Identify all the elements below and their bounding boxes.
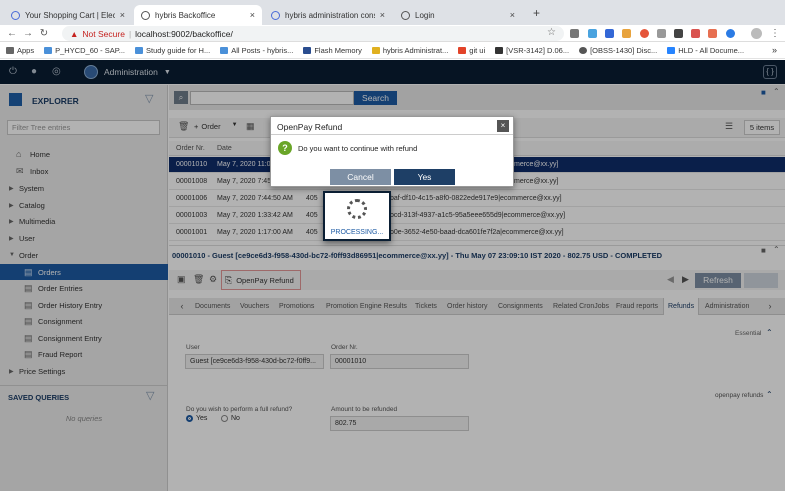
browser-tab-strip: Your Shopping Cart | Electroni × hybris … xyxy=(0,0,785,25)
browser-menu-icon[interactable]: ⋮ xyxy=(770,28,780,39)
bookmark-star-icon[interactable]: ☆ xyxy=(547,27,556,38)
bookmark-icon xyxy=(135,46,144,54)
bookmark-item[interactable]: All Posts - hybris... xyxy=(220,46,293,55)
browser-tab-title: Your Shopping Cart | Electroni xyxy=(25,10,115,20)
dialog-divider xyxy=(271,134,513,135)
new-tab-button[interactable]: + xyxy=(533,6,540,20)
bookmark-icon xyxy=(44,46,53,54)
processing-text: PROCESSING... xyxy=(330,229,384,236)
browser-toolbar: ← → ↻ ▲ Not Secure | localhost:9002/back… xyxy=(0,25,785,42)
dialog-title: OpenPay Refund xyxy=(277,122,343,132)
bookmark-icon xyxy=(371,46,380,54)
extension-icon[interactable] xyxy=(708,29,717,38)
browser-tab-admin-console[interactable]: hybris administration console × xyxy=(264,5,392,25)
bookmark-item[interactable]: hybris Administrat... xyxy=(371,46,448,55)
cancel-button[interactable]: Cancel xyxy=(330,169,391,185)
processing-indicator: PROCESSING... xyxy=(323,191,391,241)
browser-tab-title: hybris administration console xyxy=(285,10,375,20)
bookmark-item[interactable]: [OBSS-1430] Disc... xyxy=(579,46,657,55)
bookmark-item[interactable]: [VSR-3142] D.06... xyxy=(495,46,569,55)
address-bar[interactable]: ▲ Not Secure | localhost:9002/backoffice… xyxy=(62,26,564,41)
refund-confirm-dialog: OpenPay Refund × ? Do you want to contin… xyxy=(270,116,514,187)
security-status: Not Secure xyxy=(82,28,125,39)
question-icon: ? xyxy=(278,141,292,155)
reload-icon[interactable]: ↻ xyxy=(36,28,52,39)
bookmarks-bar: Apps P_HYCD_60 - SAP... Study guide for … xyxy=(0,42,785,59)
bookmark-item[interactable]: git ui xyxy=(458,46,485,55)
bookmark-icon xyxy=(220,46,229,54)
yes-button[interactable]: Yes xyxy=(394,169,455,185)
extension-icon[interactable] xyxy=(622,29,631,38)
close-dialog-button[interactable]: × xyxy=(497,120,509,132)
close-tab-icon[interactable]: × xyxy=(510,10,515,20)
more-bookmarks-button[interactable]: » xyxy=(772,45,777,55)
apps-grid-icon xyxy=(6,46,14,54)
jira-icon xyxy=(495,46,504,54)
browser-tab-login[interactable]: Login × xyxy=(394,5,522,25)
globe-favicon-icon xyxy=(401,10,410,20)
close-tab-icon[interactable]: × xyxy=(120,10,125,20)
browser-tab-shopping-cart[interactable]: Your Shopping Cart | Electroni × xyxy=(4,5,132,25)
browser-tab-backoffice[interactable]: hybris Backoffice × xyxy=(134,5,262,25)
globe-favicon-icon xyxy=(141,10,150,20)
close-tab-icon[interactable]: × xyxy=(250,10,255,20)
spinner-icon xyxy=(347,199,367,219)
extension-icon[interactable] xyxy=(588,29,597,38)
confluence-icon xyxy=(667,46,676,54)
browser-tab-title: Login xyxy=(415,10,435,20)
url-text: localhost:9002/backoffice/ xyxy=(135,28,233,39)
bookmark-icon xyxy=(303,46,312,54)
bookmark-item[interactable]: Flash Memory xyxy=(303,46,362,55)
warning-icon: ▲ xyxy=(70,28,79,39)
bookmark-item[interactable]: Apps xyxy=(6,46,34,55)
dialog-message: Do you want to continue with refund xyxy=(298,144,418,153)
forward-arrow-icon[interactable]: → xyxy=(20,28,36,39)
globe-icon xyxy=(579,46,588,54)
hybris-favicon-icon xyxy=(271,10,280,20)
gitlab-icon xyxy=(458,46,467,54)
extension-icon[interactable] xyxy=(657,29,666,38)
extension-icon[interactable] xyxy=(726,29,735,38)
bookmark-item[interactable]: HLD - All Docume... xyxy=(667,46,744,55)
hybris-favicon-icon xyxy=(11,10,20,20)
bookmark-item[interactable]: Study guide for H... xyxy=(135,46,210,55)
extension-icon[interactable] xyxy=(570,29,579,38)
translate-icon[interactable] xyxy=(605,29,614,38)
extension-icon[interactable] xyxy=(691,29,700,38)
back-arrow-icon[interactable]: ← xyxy=(4,28,20,39)
close-tab-icon[interactable]: × xyxy=(380,10,385,20)
profile-avatar-icon[interactable] xyxy=(751,28,762,39)
extension-icon[interactable] xyxy=(640,29,649,38)
bookmark-item[interactable]: P_HYCD_60 - SAP... xyxy=(44,46,125,55)
extension-icon[interactable] xyxy=(674,29,683,38)
browser-tab-title: hybris Backoffice xyxy=(155,10,216,20)
